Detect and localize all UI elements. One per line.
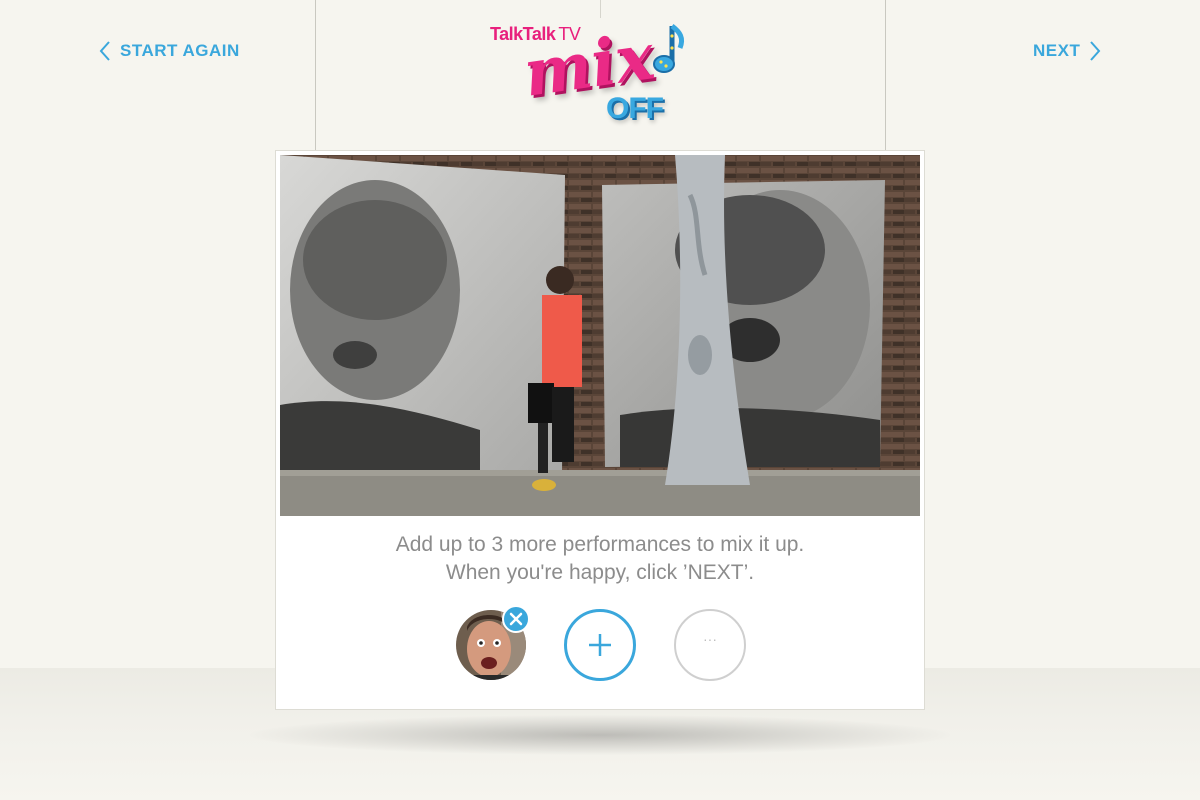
performance-slot-1[interactable] <box>455 605 530 681</box>
instructions-text: Add up to 3 more performances to mix it … <box>276 531 924 587</box>
close-icon <box>509 612 523 626</box>
video-preview[interactable] <box>280 155 920 516</box>
empty-slot-dots: ··· <box>703 631 717 647</box>
hanging-wire-right <box>885 0 886 150</box>
start-again-label: START AGAIN <box>120 41 240 60</box>
music-note-icon <box>653 24 685 73</box>
logo-off-word: OFF <box>606 92 664 125</box>
next-button[interactable]: NEXT <box>1033 40 1102 62</box>
plus-icon <box>589 634 611 656</box>
next-label: NEXT <box>1033 41 1081 60</box>
empty-performance-slot: ··· <box>674 609 746 681</box>
mix-card: Add up to 3 more performances to mix it … <box>275 150 925 710</box>
instructions-line-2: When you're happy, click ’NEXT’. <box>445 561 755 584</box>
start-again-button[interactable]: START AGAIN <box>98 40 240 62</box>
talktalk-mixoff-logo: TalkTalk TV mix OFF <box>488 19 708 145</box>
chevron-left-icon <box>99 41 110 61</box>
logo-wire <box>600 0 601 18</box>
card-shadow <box>250 715 950 755</box>
hanging-wire-left <box>315 0 316 150</box>
remove-performance-button[interactable] <box>502 605 530 633</box>
instructions-line-1: Add up to 3 more performances to mix it … <box>395 533 805 556</box>
add-performance-button[interactable] <box>564 609 636 681</box>
video-frame-image <box>280 155 920 516</box>
chevron-right-icon <box>1090 41 1101 61</box>
